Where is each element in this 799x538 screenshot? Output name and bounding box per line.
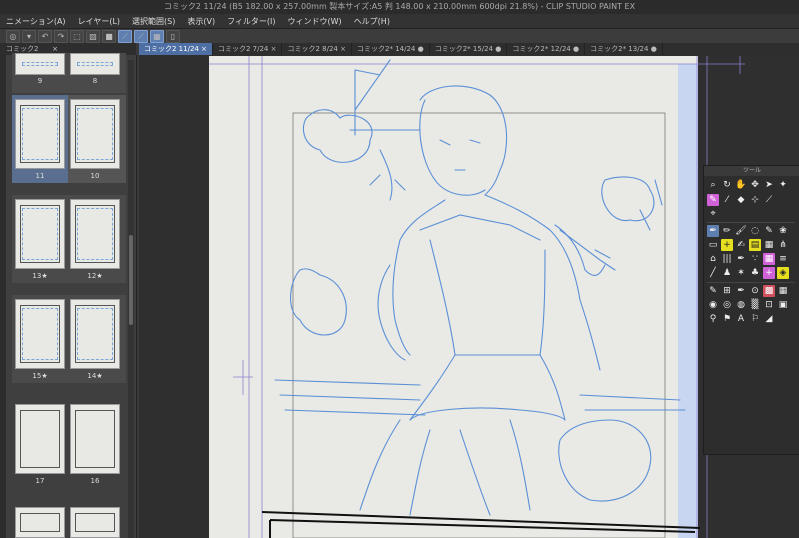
pink-tool-icon[interactable]: ▦ bbox=[763, 253, 775, 265]
tone-icon[interactable]: ◍ bbox=[735, 299, 747, 311]
tool-row: ✎ ⁄ ◆ ⊹ ⟋ bbox=[707, 194, 775, 206]
selection-pen-icon[interactable]: ✎ bbox=[707, 194, 719, 206]
plus-tool-icon[interactable]: + bbox=[721, 239, 733, 251]
line-icon[interactable]: ╱ bbox=[707, 267, 719, 279]
eraser-icon[interactable]: ▭ bbox=[707, 239, 719, 251]
pattern-icon[interactable]: ▦ bbox=[763, 239, 775, 251]
eyedropper-icon[interactable]: ⁄ bbox=[721, 194, 733, 206]
text-icon[interactable]: A bbox=[735, 313, 747, 325]
ruler-icon[interactable]: ⟋ bbox=[763, 194, 775, 206]
figure-sketch bbox=[274, 59, 686, 516]
ink-icon[interactable]: ✒ bbox=[735, 285, 747, 297]
shade-icon[interactable]: ▒ bbox=[749, 299, 761, 311]
pen-variant-icon[interactable]: ✒ bbox=[735, 253, 747, 265]
tool-row: ▭ + ✍ ▤ ▦ ⋔ bbox=[707, 239, 789, 251]
tool-row: ⌖ bbox=[707, 208, 719, 220]
red-pattern-icon[interactable]: ▩ bbox=[763, 285, 775, 297]
tool-row: ⌕ ↻ ✋ ✥ ➤ ✦ bbox=[707, 179, 789, 191]
tool-row: ✎ ⊞ ✒ ⊙ ▩ ▦ bbox=[707, 285, 789, 297]
blend-icon[interactable]: ✍ bbox=[735, 239, 747, 251]
pencil-icon[interactable]: ✏ bbox=[721, 225, 733, 237]
airbrush-icon[interactable]: ◌ bbox=[749, 225, 761, 237]
move-icon[interactable]: ✥ bbox=[749, 179, 761, 191]
tool-row: ◉ ◎ ◍ ▒ ⊡ ▣ bbox=[707, 299, 789, 311]
paint-icon[interactable]: ◉ bbox=[707, 299, 719, 311]
speech-bubble-icon[interactable]: ◎ bbox=[721, 299, 733, 311]
operation-icon[interactable]: ⚑ bbox=[721, 313, 733, 325]
figure-icon[interactable]: ♟ bbox=[721, 267, 733, 279]
balloon-icon[interactable]: ⚐ bbox=[749, 313, 761, 325]
figure-ruler-icon[interactable]: ⚲ bbox=[707, 313, 719, 325]
add-shape-icon[interactable]: + bbox=[763, 267, 775, 279]
dots-icon[interactable]: ∵ bbox=[749, 253, 761, 265]
tool-row: ╱ ♟ ✶ ♣ + ◈ bbox=[707, 267, 789, 279]
pen-icon[interactable]: ✒ bbox=[707, 225, 719, 237]
panel-border bbox=[261, 511, 701, 538]
crosshatch-icon[interactable]: ▦ bbox=[777, 285, 789, 297]
inner-frame bbox=[292, 112, 666, 538]
tree-icon[interactable]: ♣ bbox=[749, 267, 761, 279]
guide-lines bbox=[209, 56, 745, 538]
marker-icon[interactable]: ✎ bbox=[763, 225, 775, 237]
tool-palette-title: ツール bbox=[704, 166, 799, 176]
fill-tool-icon[interactable]: ◈ bbox=[777, 267, 789, 279]
hatching-icon[interactable]: ≡ bbox=[777, 253, 789, 265]
star-icon[interactable]: ✶ bbox=[735, 267, 747, 279]
tool-row: ✒ ✏ 🖌 ◌ ✎ ❀ bbox=[707, 225, 789, 237]
pen-red-icon[interactable]: ✎ bbox=[707, 285, 719, 297]
rotate-icon[interactable]: ↻ bbox=[721, 179, 733, 191]
sparkle-icon[interactable]: ✦ bbox=[777, 179, 789, 191]
screen-tone-icon[interactable]: ⊞ bbox=[721, 285, 733, 297]
tool-row: ⌂ ||| ✒ ∵ ▦ ≡ bbox=[707, 253, 789, 265]
fill-diamond-icon[interactable]: ◆ bbox=[735, 194, 747, 206]
auto-select-icon[interactable]: ⊹ bbox=[749, 194, 761, 206]
tool-palette: ツール ⌕ ↻ ✋ ✥ ➤ ✦ ✎ ⁄ ◆ ⊹ ⟋ ⌖ ✒ ✏ 🖌 ◌ ✎ ❀ … bbox=[703, 165, 799, 455]
grass-icon[interactable]: ⋔ bbox=[777, 239, 789, 251]
correction-icon[interactable]: ◢ bbox=[763, 313, 775, 325]
divider bbox=[707, 222, 795, 223]
zoom-icon[interactable]: ⌕ bbox=[707, 179, 719, 191]
dot-tone-icon[interactable]: ⊡ bbox=[763, 299, 775, 311]
canvas-sketch bbox=[209, 56, 745, 538]
tool-row: ⚲ ⚑ A ⚐ ◢ bbox=[707, 313, 775, 325]
lines-icon[interactable]: ||| bbox=[721, 253, 733, 265]
decoration-icon[interactable]: ❀ bbox=[777, 225, 789, 237]
object-select-icon[interactable]: ➤ bbox=[763, 179, 775, 191]
brush-icon[interactable]: 🖌 bbox=[735, 225, 747, 237]
house-icon[interactable]: ⌂ bbox=[707, 253, 719, 265]
nib-icon[interactable]: ⊙ bbox=[749, 285, 761, 297]
magic-wand-icon[interactable]: ⌖ bbox=[707, 208, 719, 220]
gradient-icon[interactable]: ▤ bbox=[749, 239, 761, 251]
hand-icon[interactable]: ✋ bbox=[735, 179, 747, 191]
frame-tool-icon[interactable]: ▣ bbox=[777, 299, 789, 311]
divider bbox=[707, 282, 795, 283]
